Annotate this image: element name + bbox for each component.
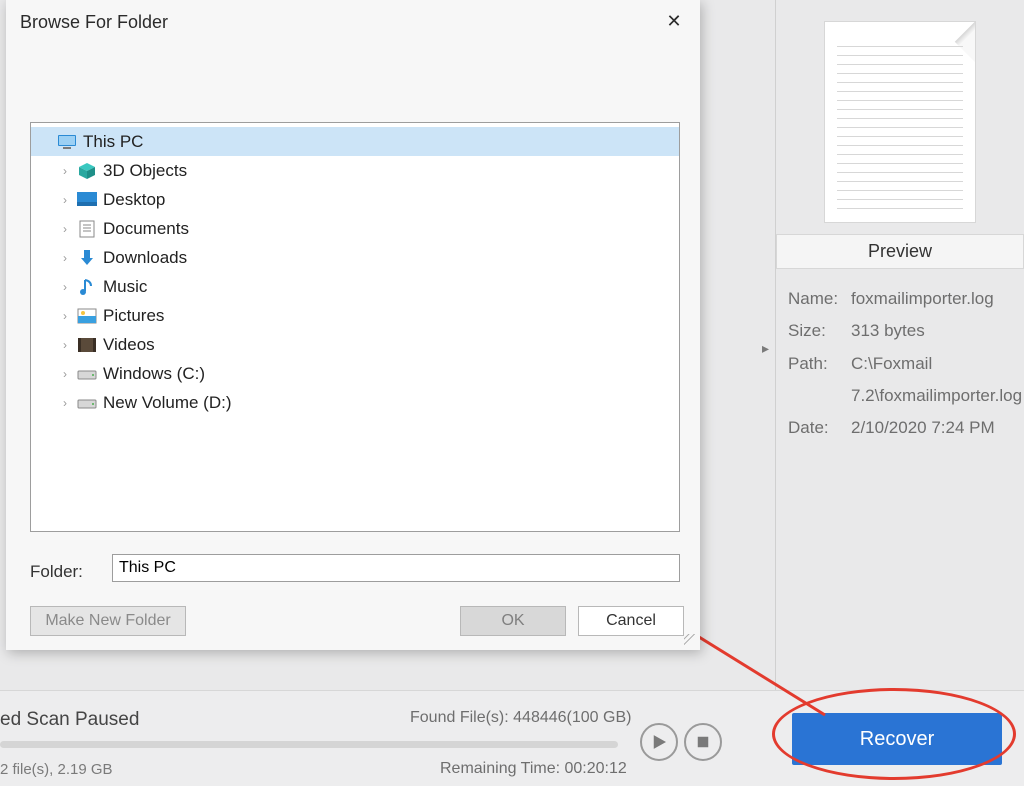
tree-item[interactable]: This PC [31, 127, 679, 156]
cube-icon [77, 162, 97, 180]
tree-expander-icon[interactable]: › [59, 280, 71, 294]
cancel-button[interactable]: Cancel [578, 606, 684, 636]
scan-progress-bar[interactable] [0, 741, 618, 748]
tree-item[interactable]: › Desktop [31, 185, 679, 214]
music-icon [77, 278, 97, 296]
dialog-title: Browse For Folder [20, 12, 168, 33]
meta-path-value: C:\Foxmail 7.2\foxmailimporter.log [851, 348, 1022, 413]
drive-icon [77, 394, 97, 412]
meta-size-label: Size: [788, 315, 843, 347]
tree-item-label: New Volume (D:) [103, 393, 231, 413]
preview-metadata: Name:foxmailimporter.log Size:313 bytes … [776, 283, 1024, 444]
pictures-icon [77, 307, 97, 325]
tree-item-label: Windows (C:) [103, 364, 205, 384]
remaining-time-label: Remaining Time: 00:20:12 [440, 760, 627, 778]
desktop-icon [77, 191, 97, 209]
tree-item-label: Desktop [103, 190, 165, 210]
tree-item-label: Documents [103, 219, 189, 239]
preview-panel: Preview ▸ Name:foxmailimporter.log Size:… [775, 0, 1024, 690]
folder-input[interactable] [112, 554, 680, 582]
make-new-folder-button[interactable]: Make New Folder [30, 606, 186, 636]
scan-status-title: ed Scan Paused [0, 709, 139, 731]
tree-item[interactable]: › 3D Objects [31, 156, 679, 185]
tree-expander-icon[interactable]: › [59, 251, 71, 265]
tree-expander-icon[interactable]: › [59, 222, 71, 236]
stop-icon [696, 735, 710, 749]
tree-item[interactable]: › Documents [31, 214, 679, 243]
stop-button[interactable] [684, 723, 722, 761]
meta-name-label: Name: [788, 283, 843, 315]
close-icon: ✕ [666, 11, 681, 31]
tree-expander-icon[interactable]: › [59, 338, 71, 352]
pc-icon [57, 133, 77, 151]
tree-item-label: Videos [103, 335, 155, 355]
tree-item-label: Music [103, 277, 147, 297]
tree-item-label: Pictures [103, 306, 164, 326]
tree-expander-icon[interactable]: › [59, 396, 71, 410]
folder-field-label: Folder: [30, 562, 83, 582]
close-button[interactable]: ✕ [656, 6, 692, 36]
play-icon [652, 735, 666, 749]
tree-item-label: 3D Objects [103, 161, 187, 181]
preview-button[interactable]: Preview [776, 234, 1024, 269]
download-icon [77, 249, 97, 267]
tree-expander-icon[interactable]: › [59, 367, 71, 381]
folder-tree[interactable]: This PC › 3D Objects › Desktop › Documents › Dow… [30, 122, 680, 532]
tree-item[interactable]: › New Volume (D:) [31, 388, 679, 417]
found-files-label: Found File(s): 448446(100 GB) [410, 709, 631, 727]
status-bar: ed Scan Paused Found File(s): 448446(100… [0, 690, 1024, 786]
tree-item-label: Downloads [103, 248, 187, 268]
preview-collapse-toggle[interactable]: ▸ [762, 340, 769, 357]
meta-size-value: 313 bytes [851, 315, 925, 347]
tree-item[interactable]: › Pictures [31, 301, 679, 330]
tree-item[interactable]: › Windows (C:) [31, 359, 679, 388]
play-button[interactable] [640, 723, 678, 761]
preview-document-thumbnail [825, 22, 975, 222]
drive-icon [77, 365, 97, 383]
selection-summary: 2 file(s), 2.19 GB [0, 761, 113, 778]
meta-name-value: foxmailimporter.log [851, 283, 994, 315]
meta-path-label: Path: [788, 348, 843, 413]
videos-icon [77, 336, 97, 354]
resize-grip[interactable] [684, 634, 696, 646]
recover-button[interactable]: Recover [792, 713, 1002, 765]
doc-icon [77, 220, 97, 238]
tree-expander-icon[interactable]: › [59, 193, 71, 207]
tree-expander-icon[interactable]: › [59, 309, 71, 323]
browse-folder-dialog: Browse For Folder ✕ This PC › 3D Objects › D… [6, 0, 700, 650]
meta-date-label: Date: [788, 412, 843, 444]
tree-expander-icon[interactable]: › [59, 164, 71, 178]
tree-item[interactable]: › Downloads [31, 243, 679, 272]
ok-button[interactable]: OK [460, 606, 566, 636]
tree-item-label: This PC [83, 132, 143, 152]
tree-item[interactable]: › Videos [31, 330, 679, 359]
tree-item[interactable]: › Music [31, 272, 679, 301]
meta-date-value: 2/10/2020 7:24 PM [851, 412, 995, 444]
